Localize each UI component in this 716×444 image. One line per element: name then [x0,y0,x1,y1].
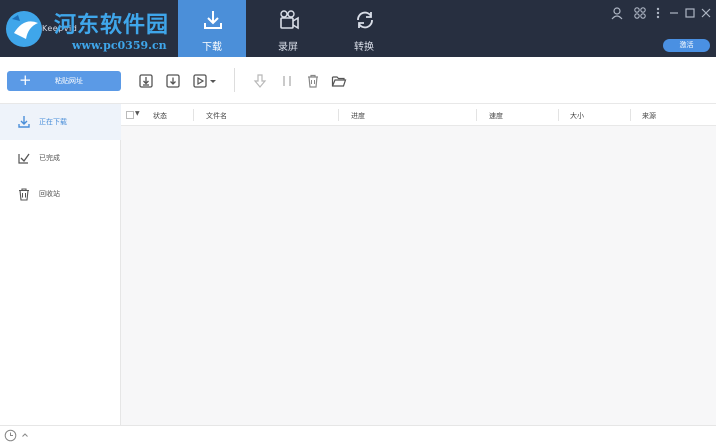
watermark-title: 河东软件园 [54,12,170,38]
chevron-down-icon[interactable]: ▼ [135,110,140,117]
toolbar-divider [234,68,235,92]
sidebar-item-downloading[interactable]: 正在下载 [0,104,121,140]
tab-record[interactable]: 录屏 [254,0,322,57]
delete-icon[interactable] [305,73,321,89]
download-icon [204,11,222,29]
sidebar-item-label: 正在下载 [39,118,67,126]
sidebar-item-trash[interactable]: 回收站 [0,176,121,212]
column-speed[interactable]: 速度 [489,111,503,121]
column-divider [338,109,339,121]
chevron-up-icon[interactable] [21,431,29,439]
tab-convert-label: 转换 [354,42,374,53]
sidebar: 正在下载 已完成 回收站 [0,104,121,425]
download-mp3-icon[interactable] [165,73,181,89]
close-icon[interactable] [699,6,713,20]
download-video-icon[interactable] [192,73,208,89]
tab-download-label: 下载 [202,42,222,53]
paste-url-label: 粘贴网址 [55,77,83,85]
user-icon[interactable] [610,6,624,20]
title-bar: Keepvid 河东软件园 www.pc0359.cn 下载 录屏 转换 激活 [0,0,716,57]
column-source[interactable]: 来源 [642,111,656,121]
download-icon [18,116,30,128]
resume-icon[interactable] [252,73,268,89]
watermark-url: www.pc0359.cn [72,39,167,52]
minimize-icon[interactable] [667,6,681,20]
plus-icon: + [19,71,32,89]
upgrade-button[interactable]: 激活 [663,39,710,52]
pause-icon[interactable] [279,73,295,89]
status-bar [0,425,716,444]
download-list: ▼ 状态 文件名 进度 速度 大小 来源 [121,104,716,425]
download-file-icon[interactable] [138,73,154,89]
column-divider [558,109,559,121]
tab-record-label: 录屏 [278,42,298,53]
toolbar: + 粘贴网址 [0,57,716,104]
trash-icon [19,188,29,201]
column-divider [630,109,631,121]
sidebar-item-finished[interactable]: 已完成 [0,140,121,176]
chevron-down-icon[interactable] [208,73,218,89]
paste-url-button[interactable]: + 粘贴网址 [7,71,121,91]
camera-icon [280,10,299,30]
list-header: ▼ 状态 文件名 进度 速度 大小 来源 [121,104,716,126]
sidebar-item-label: 已完成 [39,154,60,162]
convert-icon [357,11,373,29]
sidebar-item-label: 回收站 [39,190,60,198]
select-all-checkbox[interactable] [126,111,134,119]
brand: Keepvid 河东软件园 www.pc0359.cn [4,3,174,53]
column-divider [193,109,194,121]
column-status[interactable]: 状态 [153,111,167,121]
clock-icon[interactable] [4,429,17,442]
check-icon [18,153,30,164]
open-folder-icon[interactable] [331,73,347,89]
column-filename[interactable]: 文件名 [206,111,227,121]
tab-convert[interactable]: 转换 [330,0,398,57]
column-progress[interactable]: 进度 [351,111,365,121]
maximize-icon[interactable] [683,6,697,20]
menu-icon[interactable] [651,6,665,20]
column-size[interactable]: 大小 [570,111,584,121]
settings-icon[interactable] [633,6,647,20]
tab-download[interactable]: 下载 [178,0,246,57]
column-divider [476,109,477,121]
